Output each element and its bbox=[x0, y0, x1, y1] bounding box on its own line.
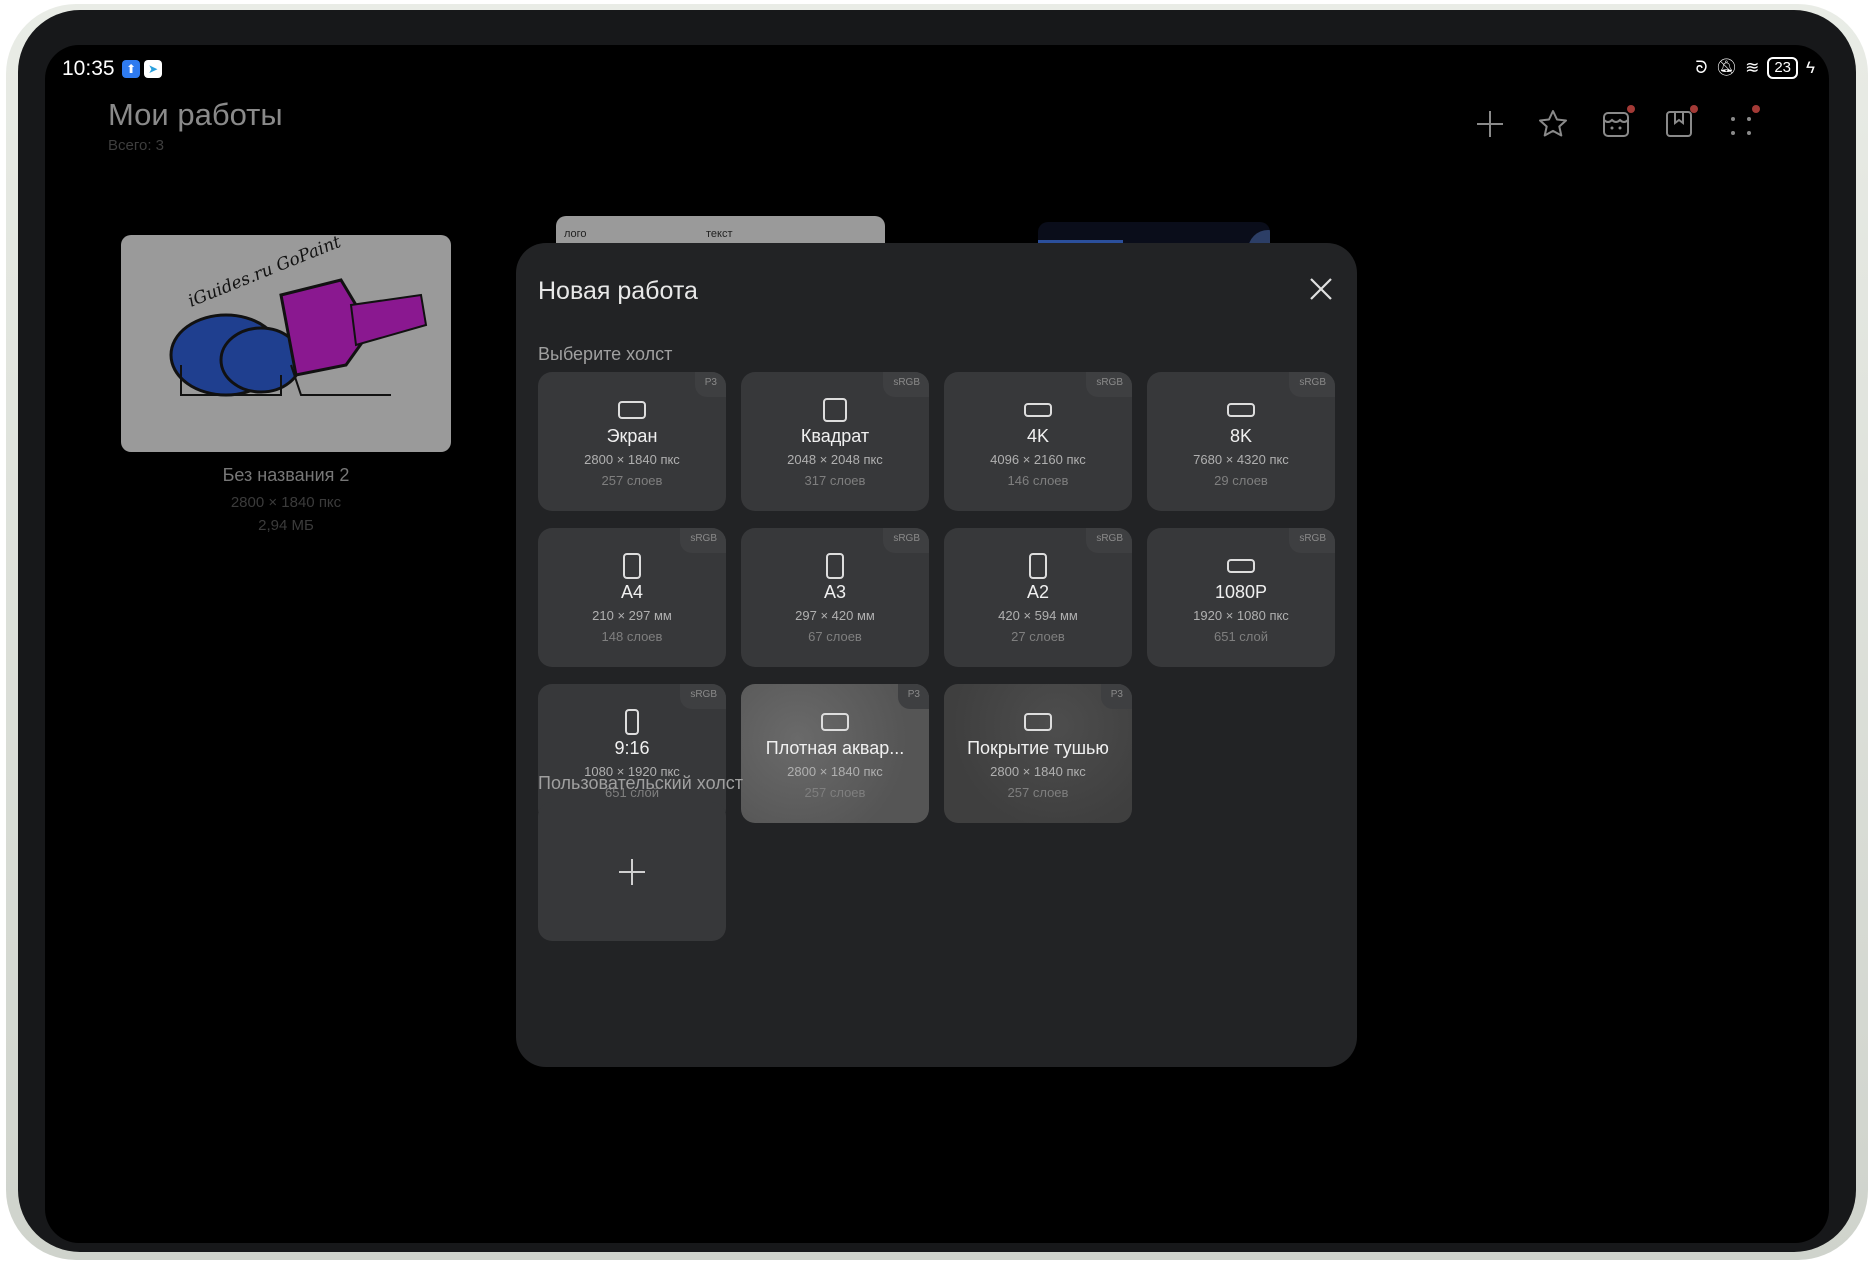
preset-layers: 257 слоев bbox=[601, 473, 663, 488]
preset-layers: 29 слоев bbox=[1214, 473, 1268, 488]
preset-layers: 27 слоев bbox=[1011, 629, 1065, 644]
canvas-shape-icon bbox=[1024, 403, 1052, 417]
canvas-preset-tile[interactable]: P3 Покрытие тушью 2800 × 1840 пкс 257 сл… bbox=[944, 684, 1132, 823]
dialog-title: Новая работа bbox=[538, 277, 698, 305]
canvas-shape-icon bbox=[625, 709, 639, 735]
artwork-file-size: 2,94 МБ bbox=[258, 517, 314, 534]
new-work-dialog: Новая работа Выберите холст P3 Экран 280… bbox=[516, 243, 1357, 1067]
bookmark-icon[interactable] bbox=[1662, 105, 1698, 141]
preset-name: 1080P bbox=[1214, 582, 1268, 602]
preset-name: Покрытие тушью bbox=[967, 738, 1109, 758]
store-icon[interactable] bbox=[1599, 105, 1635, 141]
star-icon[interactable] bbox=[1536, 107, 1570, 141]
preset-dimensions: 2800 × 1840 пкс bbox=[990, 764, 1086, 779]
preset-name: 9:16 bbox=[614, 738, 650, 758]
preset-layers: 651 слой bbox=[1213, 629, 1269, 644]
preset-dimensions: 2800 × 1840 пкс bbox=[787, 764, 883, 779]
color-profile-badge: P3 bbox=[897, 684, 929, 709]
preset-layers: 67 слоев bbox=[808, 629, 862, 644]
preset-dimensions: 7680 × 4320 пкс bbox=[1193, 452, 1289, 467]
color-profile-badge: sRGB bbox=[883, 372, 929, 397]
artwork-size: 2800 × 1840 пкс bbox=[230, 494, 342, 511]
preset-name: A3 bbox=[823, 582, 847, 602]
color-profile-badge: sRGB bbox=[883, 528, 929, 553]
preset-layers: 257 слоев bbox=[804, 785, 866, 800]
color-profile-badge: sRGB bbox=[1086, 372, 1132, 397]
canvas-preset-tile[interactable]: sRGB 8K 7680 × 4320 пкс 29 слоев bbox=[1147, 372, 1335, 511]
charging-icon: ϟ bbox=[1806, 58, 1815, 77]
preset-name: Экран bbox=[606, 426, 658, 446]
mute-bell-icon: 🔕︎ bbox=[1715, 58, 1738, 77]
preset-name: 8K bbox=[1229, 426, 1253, 446]
artwork-preview: iGuides.ru GoPaint bbox=[169, 235, 428, 397]
preset-name: Плотная аквар... bbox=[765, 738, 905, 758]
canvas-shape-icon bbox=[1029, 553, 1047, 579]
telegram-icon: ➤ bbox=[144, 60, 162, 78]
canvas-preset-tile[interactable]: P3 Экран 2800 × 1840 пкс 257 слоев bbox=[538, 372, 726, 511]
canvas-shape-icon bbox=[821, 713, 849, 731]
artwork-thumbnail[interactable]: iGuides.ru GoPaint bbox=[121, 235, 451, 452]
canvas-shape-icon bbox=[623, 553, 641, 579]
status-icons: ᘐ 🔕︎ ≋ 23 ϟ bbox=[1695, 57, 1815, 79]
preset-name: Квадрат bbox=[800, 426, 870, 446]
canvas-shape-icon bbox=[823, 398, 847, 422]
preset-layers: 257 слоев bbox=[1007, 785, 1069, 800]
color-profile-badge: sRGB bbox=[1289, 528, 1335, 553]
canvas-shape-icon bbox=[1227, 403, 1255, 417]
preset-dimensions: 1920 × 1080 пкс bbox=[1193, 608, 1289, 623]
canvas-preset-tile[interactable]: sRGB 1080P 1920 × 1080 пкс 651 слой bbox=[1147, 528, 1335, 667]
nfc-icon: ᘐ bbox=[1695, 58, 1708, 77]
color-profile-badge: sRGB bbox=[1289, 372, 1335, 397]
page-title: Мои работы bbox=[108, 97, 283, 132]
custom-canvas-button[interactable] bbox=[538, 802, 726, 941]
preset-dimensions: 2048 × 2048 пкс bbox=[787, 452, 883, 467]
preset-dimensions: 210 × 297 мм bbox=[592, 608, 672, 623]
canvas-preset-tile[interactable]: sRGB Квадрат 2048 × 2048 пкс 317 слоев bbox=[741, 372, 929, 511]
notification-dot bbox=[1627, 105, 1635, 113]
preset-dimensions: 4096 × 2160 пкс bbox=[990, 452, 1086, 467]
section-presets-label: Выберите холст bbox=[538, 344, 673, 364]
preset-layers: 317 слоев bbox=[804, 473, 866, 488]
color-profile-badge: P3 bbox=[1100, 684, 1132, 709]
canvas-preset-tile[interactable]: sRGB A4 210 × 297 мм 148 слоев bbox=[538, 528, 726, 667]
artwork-name: Без названия 2 bbox=[222, 465, 350, 485]
wifi-icon: ≋ bbox=[1745, 58, 1760, 77]
preset-dimensions: 420 × 594 мм bbox=[998, 608, 1078, 623]
preset-name: A4 bbox=[620, 582, 644, 602]
plus-icon bbox=[619, 858, 645, 885]
close-icon bbox=[1310, 278, 1332, 300]
preset-layers: 146 слоев bbox=[1007, 473, 1069, 488]
artwork-label: текст bbox=[706, 228, 733, 240]
plus-icon[interactable] bbox=[1473, 107, 1507, 141]
artwork-label: лого bbox=[564, 228, 587, 240]
canvas-shape-icon bbox=[1227, 559, 1255, 573]
battery-indicator: 23 bbox=[1767, 57, 1798, 79]
canvas-shape-icon bbox=[618, 401, 646, 419]
status-time: 10:35 bbox=[62, 57, 115, 80]
close-button[interactable] bbox=[1305, 273, 1337, 305]
upload-notification-icon: ⬆ bbox=[122, 60, 140, 78]
screen: 10:35 ⬆ ➤ ᘐ 🔕︎ ≋ 23 ϟ Мои работы Всего: … bbox=[45, 45, 1829, 1243]
canvas-shape-icon bbox=[1024, 713, 1052, 731]
preset-name: 4K bbox=[1026, 426, 1050, 446]
canvas-preset-tile[interactable]: sRGB A2 420 × 594 мм 27 слоев bbox=[944, 528, 1132, 667]
notification-dot bbox=[1690, 105, 1698, 113]
color-profile-badge: sRGB bbox=[1086, 528, 1132, 553]
preset-dimensions: 297 × 420 мм bbox=[795, 608, 875, 623]
preset-dimensions: 2800 × 1840 пкс bbox=[584, 452, 680, 467]
canvas-shape-icon bbox=[826, 553, 844, 579]
color-profile-badge: sRGB bbox=[680, 528, 726, 553]
apps-icon[interactable] bbox=[1724, 105, 1760, 141]
section-custom-label: Пользовательский холст bbox=[538, 773, 743, 793]
color-profile-badge: P3 bbox=[694, 372, 726, 397]
canvas-preset-tile[interactable]: P3 Плотная аквар... 2800 × 1840 пкс 257 … bbox=[741, 684, 929, 823]
preset-layers: 148 слоев bbox=[601, 629, 663, 644]
canvas-preset-tile[interactable]: sRGB 4K 4096 × 2160 пкс 146 слоев bbox=[944, 372, 1132, 511]
notification-dot bbox=[1752, 105, 1760, 113]
preset-name: A2 bbox=[1026, 582, 1050, 602]
color-profile-badge: sRGB bbox=[680, 684, 726, 709]
canvas-preset-tile[interactable]: sRGB A3 297 × 420 мм 67 слоев bbox=[741, 528, 929, 667]
works-count: Всего: 3 bbox=[108, 137, 165, 154]
